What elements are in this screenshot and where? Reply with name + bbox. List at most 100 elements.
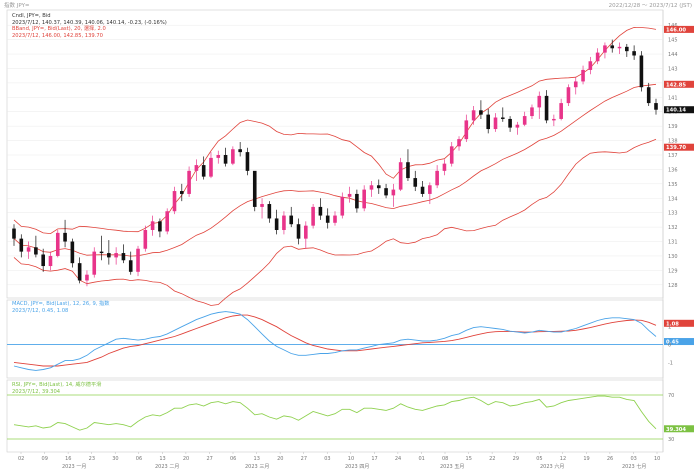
candle [398, 157, 403, 192]
candle [274, 209, 279, 235]
candle [515, 121, 520, 135]
candle [428, 182, 432, 205]
candle-body [559, 103, 563, 119]
candle-body [12, 228, 16, 239]
price-tick-label: 145 [668, 38, 678, 44]
rsi-tick-label: 70 [668, 393, 674, 399]
price-tick-label: 141 [668, 95, 678, 101]
candle-body [274, 218, 279, 230]
candle-body [508, 118, 512, 128]
candle [216, 150, 221, 164]
candle-body [99, 251, 104, 254]
candle [150, 215, 155, 236]
price-tick-label: 144 [668, 52, 678, 58]
price-tick-label: 143 [668, 66, 678, 72]
x-tick-label: 10 [654, 456, 660, 462]
candle [114, 247, 118, 265]
candle-body [552, 118, 556, 121]
x-tick-label: 03 [324, 456, 330, 462]
candle-body [296, 224, 301, 239]
candle [187, 166, 191, 197]
candle-body [537, 95, 542, 108]
price-tag-close: 140.14 [666, 108, 686, 114]
candle [231, 146, 235, 166]
rsi-legend-series: RSI, JPY=, Bid(Last), 14, 威尔德平滑 [12, 382, 102, 388]
candle-body [639, 55, 644, 88]
candle [209, 152, 213, 179]
price-tick-label: 132 [668, 225, 678, 231]
candle [107, 240, 111, 265]
main-legend: Cndl, JPY=, Bid 2023/7/12, 140.37, 140.3… [12, 13, 167, 39]
candle-body [304, 225, 308, 239]
candle-body [245, 152, 250, 171]
candle-body [333, 215, 337, 223]
macd-signal-line [13, 314, 657, 367]
price-chart[interactable]: 1461451441431421411401391381371361351341… [0, 0, 698, 471]
candle [55, 229, 60, 258]
candle-body [70, 241, 75, 264]
candle-body [588, 61, 593, 70]
candle [245, 147, 250, 176]
x-tick-label: 20 [277, 456, 283, 462]
candle [70, 238, 75, 268]
price-tag-upper: 146.00 [666, 27, 686, 33]
candle [493, 113, 498, 132]
macd-tick-label: 1 [668, 325, 671, 331]
candle-body [362, 189, 366, 209]
candle-body [384, 188, 388, 196]
candle-body [282, 215, 286, 230]
candle [26, 241, 31, 259]
candle-body [318, 206, 323, 216]
candle-body [194, 165, 199, 171]
panel-frame-3 [6, 379, 664, 453]
x-tick-label: 15 [466, 456, 472, 462]
candle [646, 82, 651, 106]
candle [282, 211, 286, 235]
candle [442, 159, 447, 176]
x-month-label: 2023 四月 [345, 464, 369, 470]
candle-body [19, 238, 24, 252]
candle-body [457, 139, 461, 147]
candle-body [114, 253, 118, 258]
price-tick-label: 131 [668, 240, 678, 246]
candle [369, 180, 374, 197]
candle-body [311, 206, 315, 226]
candle [376, 179, 381, 194]
bband-legend: BBand, JPY=, Bid(Last), 20, 選择, 2.0 [12, 26, 106, 33]
candle [318, 198, 323, 220]
candle-body [500, 117, 505, 119]
candle [552, 114, 556, 127]
candle-body [398, 162, 403, 190]
candle [530, 104, 534, 119]
candle [340, 192, 345, 219]
macd-legend-series: MACD, JPY=, Bid(Last), 12, 26, 9, 指数 [12, 301, 110, 307]
candle [603, 42, 607, 59]
candle-body [376, 185, 381, 189]
candle-body [566, 87, 571, 104]
candle-body [289, 215, 294, 225]
x-tick-label: 05 [536, 456, 542, 462]
candle [289, 206, 294, 228]
x-tick-label: 10 [348, 456, 354, 462]
price-tick-label: 138 [668, 139, 678, 145]
candle [77, 257, 82, 284]
x-tick-label: 13 [159, 456, 165, 462]
macd-legend-values: 2023/7/12, 0.45, 1.08 [12, 307, 69, 314]
candle [19, 234, 24, 258]
x-tick-label: 09 [42, 456, 48, 462]
candle [12, 224, 16, 246]
candle-body [143, 229, 148, 249]
price-tag-lower: 139.70 [666, 145, 686, 151]
candle-body [530, 107, 534, 117]
x-tick-label: 13 [254, 456, 260, 462]
candle [63, 219, 67, 248]
candle-body [603, 45, 607, 53]
candle [99, 235, 104, 261]
candle [41, 248, 45, 272]
candle-body [486, 114, 491, 130]
candle-body [85, 274, 89, 281]
candle-body [428, 185, 432, 194]
candle-body [267, 204, 272, 219]
price-tick-label: 135 [668, 182, 678, 188]
candle-body [201, 165, 206, 177]
